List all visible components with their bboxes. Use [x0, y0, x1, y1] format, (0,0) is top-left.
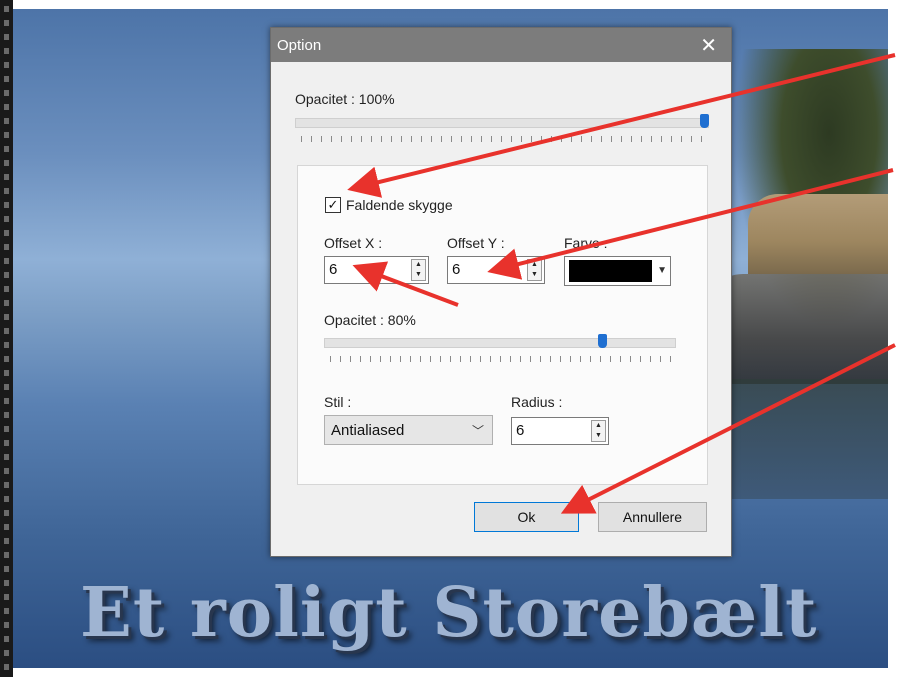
photo-caption: Et roligt Storebælt [80, 573, 818, 653]
film-hole [4, 104, 9, 110]
close-icon[interactable]: ✕ [700, 33, 717, 58]
film-hole [4, 650, 9, 656]
shadow-opacity-slider[interactable] [324, 334, 676, 350]
film-hole [4, 370, 9, 376]
film-hole [4, 230, 9, 236]
offset-y-value: 6 [452, 261, 461, 278]
film-hole [4, 594, 9, 600]
ok-button[interactable]: Ok [474, 502, 579, 532]
opacity-slider-ticks [301, 136, 705, 142]
film-hole [4, 258, 9, 264]
shadow-opacity-slider-track [324, 338, 676, 348]
offset-x-label: Offset X : [324, 235, 383, 251]
film-hole [4, 664, 9, 670]
film-hole [4, 538, 9, 544]
film-hole [4, 426, 9, 432]
down-arrow-icon[interactable]: ▼ [592, 431, 605, 441]
film-hole [4, 216, 9, 222]
color-label: Farve : [564, 235, 608, 251]
down-arrow-icon[interactable]: ▼ [528, 270, 541, 280]
up-arrow-icon[interactable]: ▲ [412, 260, 425, 270]
up-arrow-icon[interactable]: ▲ [528, 260, 541, 270]
film-hole [4, 174, 9, 180]
down-arrow-icon[interactable]: ▼ [412, 270, 425, 280]
film-hole [4, 454, 9, 460]
film-strip-border [0, 0, 13, 677]
film-hole [4, 580, 9, 586]
film-hole [4, 272, 9, 278]
film-hole [4, 342, 9, 348]
film-hole [4, 622, 9, 628]
film-hole [4, 244, 9, 250]
opacity-label: Opacitet : 100% [295, 91, 395, 107]
film-hole [4, 202, 9, 208]
drop-shadow-group: ✓ Faldende skygge Offset X : 6 ▲ ▼ Offset… [297, 165, 708, 485]
style-value: Antialiased [331, 422, 405, 439]
film-hole [4, 6, 9, 12]
film-hole [4, 636, 9, 642]
color-swatch [569, 260, 652, 282]
film-hole [4, 132, 9, 138]
film-hole [4, 468, 9, 474]
drop-shadow-checkbox[interactable]: ✓ [325, 197, 341, 213]
water-reflection [713, 379, 888, 499]
film-hole [4, 328, 9, 334]
film-hole [4, 398, 9, 404]
film-hole [4, 62, 9, 68]
offset-x-spinner[interactable]: 6 ▲ ▼ [324, 256, 429, 284]
film-hole [4, 76, 9, 82]
film-hole [4, 188, 9, 194]
offset-y-spinner[interactable]: 6 ▲ ▼ [447, 256, 545, 284]
film-hole [4, 482, 9, 488]
dropdown-arrow-icon[interactable]: ▼ [657, 265, 667, 276]
shadow-opacity-slider-ticks [330, 356, 674, 362]
film-hole [4, 552, 9, 558]
shadow-opacity-slider-thumb[interactable] [598, 334, 608, 348]
style-label: Stil : [324, 394, 352, 410]
offset-y-label: Offset Y : [447, 235, 505, 251]
film-hole [4, 566, 9, 572]
style-select[interactable]: Antialiased ﹀ [324, 415, 493, 445]
film-hole [4, 524, 9, 530]
drop-shadow-label: Faldende skygge [346, 197, 453, 213]
film-hole [4, 160, 9, 166]
film-hole [4, 146, 9, 152]
check-icon: ✓ [327, 197, 339, 212]
opacity-slider-thumb[interactable] [700, 114, 709, 128]
radius-stepper[interactable]: ▲ ▼ [591, 420, 606, 442]
film-hole [4, 510, 9, 516]
offset-y-stepper[interactable]: ▲ ▼ [527, 259, 542, 281]
offset-x-value: 6 [329, 261, 338, 278]
film-hole [4, 356, 9, 362]
film-hole [4, 20, 9, 26]
offset-x-stepper[interactable]: ▲ ▼ [411, 259, 426, 281]
film-hole [4, 440, 9, 446]
color-picker[interactable]: ▼ [564, 256, 671, 286]
chevron-down-icon[interactable]: ﹀ [472, 422, 484, 439]
shadow-opacity-label: Opacitet : 80% [324, 312, 416, 328]
dialog-titlebar[interactable]: Option ✕ [271, 28, 731, 62]
radius-spinner[interactable]: 6 ▲ ▼ [511, 417, 609, 445]
dialog-title: Option [277, 37, 322, 54]
film-hole [4, 384, 9, 390]
film-hole [4, 496, 9, 502]
film-hole [4, 300, 9, 306]
option-dialog: Option ✕ Opacitet : 100% ✓ Faldende skyg… [270, 27, 732, 557]
opacity-slider-track [295, 118, 709, 128]
film-hole [4, 314, 9, 320]
radius-value: 6 [516, 422, 525, 439]
film-hole [4, 412, 9, 418]
opacity-slider[interactable] [295, 114, 709, 130]
sand-cliff [748, 194, 888, 274]
film-hole [4, 118, 9, 124]
cancel-button[interactable]: Annullere [598, 502, 707, 532]
film-hole [4, 34, 9, 40]
film-hole [4, 608, 9, 614]
film-hole [4, 286, 9, 292]
up-arrow-icon[interactable]: ▲ [592, 421, 605, 431]
film-hole [4, 48, 9, 54]
film-hole [4, 90, 9, 96]
radius-label: Radius : [511, 394, 563, 410]
